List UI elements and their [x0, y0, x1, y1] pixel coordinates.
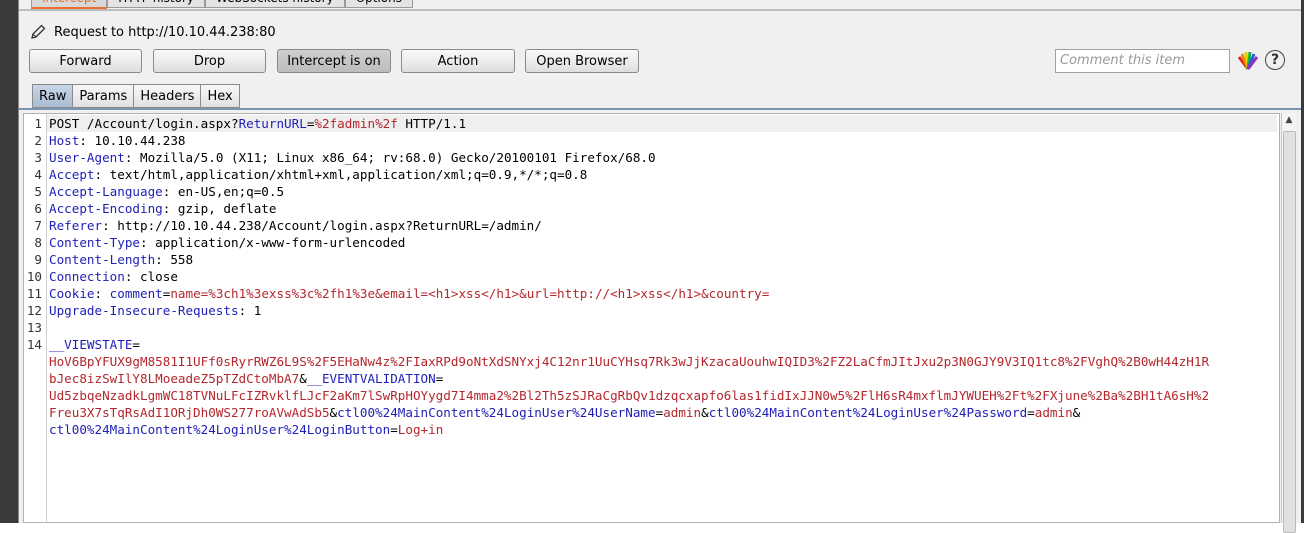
open-browser-button[interactable]: Open Browser	[525, 49, 639, 73]
intercept-panel: Intercept HTTP history WebSockets histor…	[18, 0, 1301, 533]
line-number: 1	[34, 116, 42, 131]
tab-hex[interactable]: Hex	[200, 84, 240, 108]
raw-request-editor[interactable]: 1 2 3 4 5 6 7 8 9 10 11 12 13 14 POST /A…	[23, 113, 1280, 523]
header-line: Connection: close	[49, 269, 178, 284]
body-line: __VIEWSTATE=	[49, 337, 140, 352]
body-line: Ud5zbqeNzadkLgmWC18TVNuLFcIZRvklfLJcF2aK…	[49, 388, 1210, 403]
header-line: Accept-Language: en-US,en;q=0.5	[49, 184, 285, 199]
line-number: 7	[34, 218, 42, 233]
header-line: Accept-Encoding: gzip, deflate	[49, 201, 277, 216]
forward-button[interactable]: Forward	[29, 49, 142, 73]
proxy-tabs: Intercept HTTP history WebSockets histor…	[31, 0, 413, 9]
line-number: 6	[34, 201, 42, 216]
tab-headers[interactable]: Headers	[133, 84, 202, 108]
request-line: POST /Account/login.aspx?ReturnURL=%2fad…	[47, 115, 1277, 132]
line-number: 12	[26, 303, 42, 318]
request-target-label: Request to http://10.10.44.238:80	[54, 24, 276, 40]
scroll-up-arrow-icon[interactable]: ▲	[1282, 115, 1296, 127]
tab-raw[interactable]: Raw	[32, 84, 74, 108]
header-line: Accept: text/html,application/xhtml+xml,…	[49, 167, 588, 182]
line-number: 10	[26, 269, 42, 284]
tab-websockets-history[interactable]: WebSockets history	[205, 0, 345, 8]
tab-params[interactable]: Params	[72, 84, 135, 108]
color-palette-icon[interactable]	[1237, 51, 1259, 71]
header-line: Content-Length: 558	[49, 252, 194, 267]
tab-intercept[interactable]: Intercept	[31, 0, 108, 9]
header-line: Referer: http://10.10.44.238/Account/log…	[49, 218, 542, 233]
line-number: 8	[34, 235, 42, 250]
message-view-tabs: Raw Params Headers Hex	[32, 84, 240, 109]
action-button[interactable]: Action	[401, 49, 515, 73]
cookie-line: Cookie: comment=name=%3ch1%3exss%3c%2fh1…	[49, 286, 770, 301]
help-icon[interactable]: ?	[1265, 50, 1285, 70]
pencil-icon	[31, 24, 46, 39]
line-number: 13	[26, 320, 42, 335]
scrollbar-thumb[interactable]	[1283, 131, 1296, 533]
tab-options[interactable]: Options	[344, 0, 413, 8]
window-frame-left	[0, 0, 18, 523]
body-line: Freu3X7sTqRsAdI1ORjDh0WS277roAVwAdSb5&ct…	[49, 405, 1081, 420]
editor-scrollbar[interactable]: ▲	[1281, 113, 1296, 533]
line-number: 5	[34, 184, 42, 199]
body-line: HoV6BpYFUX9gM8581I1UFf0sRyrRWZ6L9S%2F5EH…	[49, 354, 1210, 369]
line-number: 11	[26, 286, 42, 301]
line-number: 9	[34, 252, 42, 267]
request-target: Request to http://10.10.44.238:80	[29, 22, 276, 42]
line-number: 14	[26, 337, 42, 352]
tab-http-history[interactable]: HTTP history	[107, 0, 206, 8]
header-line: User-Agent: Mozilla/5.0 (X11; Linux x86_…	[49, 150, 656, 165]
header-line: Content-Type: application/x-www-form-url…	[49, 235, 406, 250]
comment-input[interactable]: Comment this item	[1055, 49, 1230, 73]
intercept-toggle-button[interactable]: Intercept is on	[277, 49, 391, 73]
line-number: 3	[34, 150, 42, 165]
body-line: bJec8izSwIlY8LMoeadeZ5pTZdCtoMbA7&__EVEN…	[49, 371, 444, 386]
drop-button[interactable]: Drop	[153, 49, 266, 73]
body-line: ctl00%24MainContent%24LoginUser%24LoginB…	[49, 422, 444, 437]
top-tab-divider	[19, 9, 1301, 11]
header-line: Host: 10.10.44.238	[49, 133, 186, 148]
header-line: Upgrade-Insecure-Requests: 1	[49, 303, 262, 318]
line-number: 4	[34, 167, 42, 182]
line-number: 2	[34, 133, 42, 148]
